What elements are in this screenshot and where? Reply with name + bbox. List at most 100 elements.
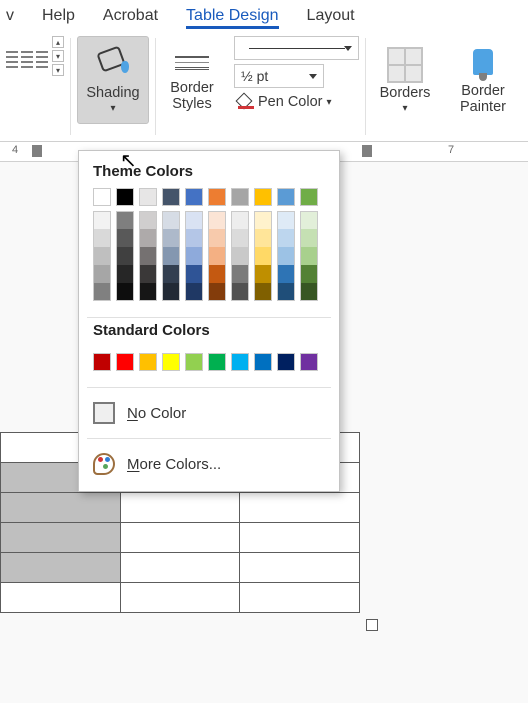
color-swatch[interactable] <box>185 247 203 265</box>
color-swatch[interactable] <box>208 211 226 229</box>
color-swatch[interactable] <box>162 188 180 206</box>
borders-button[interactable]: Borders ▾ <box>372 36 438 124</box>
table-resize-handle[interactable] <box>366 619 378 631</box>
no-color-label: No Color <box>127 405 186 422</box>
more-colors-label: More Colors... <box>127 456 221 473</box>
color-swatch[interactable] <box>208 188 226 206</box>
gallery-scroll[interactable]: ▴▾▾ <box>52 36 64 76</box>
shading-button[interactable]: Shading ▾ <box>77 36 149 124</box>
color-swatch[interactable] <box>231 283 249 301</box>
table-style-gallery-icon[interactable] <box>6 45 48 68</box>
color-swatch[interactable] <box>139 229 157 247</box>
color-swatch[interactable] <box>208 247 226 265</box>
color-swatch[interactable] <box>116 283 134 301</box>
ruler-column-marker[interactable] <box>362 145 372 157</box>
ruler-number: 4 <box>12 144 18 156</box>
color-swatch[interactable] <box>277 353 295 371</box>
color-swatch[interactable] <box>231 188 249 206</box>
color-swatch[interactable] <box>277 247 295 265</box>
color-swatch[interactable] <box>254 353 272 371</box>
color-swatch[interactable] <box>93 247 111 265</box>
color-swatch[interactable] <box>162 211 180 229</box>
color-swatch[interactable] <box>116 229 134 247</box>
border-props-group: ½ pt Pen Color ▾ <box>228 32 365 141</box>
color-swatch[interactable] <box>300 283 318 301</box>
tab-help[interactable]: Help <box>42 3 75 29</box>
color-swatch[interactable] <box>116 265 134 283</box>
color-swatch[interactable] <box>254 247 272 265</box>
tab-layout[interactable]: Layout <box>307 3 355 29</box>
color-swatch[interactable] <box>139 265 157 283</box>
border-line-style-select[interactable] <box>234 36 359 60</box>
color-swatch[interactable] <box>300 188 318 206</box>
color-swatch[interactable] <box>162 229 180 247</box>
color-swatch[interactable] <box>116 211 134 229</box>
color-swatch[interactable] <box>254 188 272 206</box>
color-swatch[interactable] <box>93 265 111 283</box>
color-swatch[interactable] <box>139 353 157 371</box>
color-swatch[interactable] <box>277 283 295 301</box>
color-swatch[interactable] <box>277 265 295 283</box>
tab-table-design[interactable]: Table Design <box>186 3 279 29</box>
color-swatch[interactable] <box>185 229 203 247</box>
ruler-column-marker[interactable] <box>32 145 42 157</box>
color-swatch[interactable] <box>208 353 226 371</box>
color-swatch[interactable] <box>162 353 180 371</box>
color-swatch[interactable] <box>231 211 249 229</box>
no-color-item[interactable]: No Color <box>79 392 339 434</box>
tab-acrobat[interactable]: Acrobat <box>103 3 158 29</box>
color-swatch[interactable] <box>162 283 180 301</box>
color-swatch[interactable] <box>254 211 272 229</box>
color-swatch[interactable] <box>116 188 134 206</box>
table-row <box>1 553 360 583</box>
color-swatch[interactable] <box>116 247 134 265</box>
more-colors-item[interactable]: More Colors... <box>79 443 339 485</box>
color-swatch[interactable] <box>93 283 111 301</box>
color-swatch[interactable] <box>208 283 226 301</box>
color-swatch[interactable] <box>185 211 203 229</box>
color-swatch[interactable] <box>139 247 157 265</box>
color-swatch[interactable] <box>277 211 295 229</box>
color-swatch[interactable] <box>185 188 203 206</box>
color-swatch[interactable] <box>162 247 180 265</box>
palette-icon <box>93 453 115 475</box>
color-swatch[interactable] <box>277 229 295 247</box>
color-swatch[interactable] <box>300 247 318 265</box>
color-swatch[interactable] <box>231 265 249 283</box>
chevron-down-icon: ▾ <box>110 103 115 114</box>
color-swatch[interactable] <box>231 229 249 247</box>
color-swatch[interactable] <box>185 353 203 371</box>
border-painter-button[interactable]: Border Painter <box>450 36 516 124</box>
border-styles-button[interactable]: Border Styles <box>162 36 222 124</box>
color-swatch[interactable] <box>300 211 318 229</box>
color-swatch[interactable] <box>139 211 157 229</box>
color-swatch[interactable] <box>254 283 272 301</box>
color-swatch[interactable] <box>139 188 157 206</box>
tab-partial[interactable]: v <box>6 3 14 29</box>
pen-color-button[interactable]: Pen Color ▾ <box>234 92 336 112</box>
standard-color-row <box>79 347 339 383</box>
color-swatch[interactable] <box>93 211 111 229</box>
color-swatch[interactable] <box>208 229 226 247</box>
line-weight-select[interactable]: ½ pt <box>234 64 324 88</box>
borders-label: Borders <box>380 85 431 101</box>
color-swatch[interactable] <box>300 229 318 247</box>
color-swatch[interactable] <box>162 265 180 283</box>
chevron-down-icon: ▾ <box>326 97 331 108</box>
color-swatch[interactable] <box>277 188 295 206</box>
color-swatch[interactable] <box>185 265 203 283</box>
border-styles-group: Border Styles <box>156 32 228 141</box>
color-swatch[interactable] <box>93 188 111 206</box>
color-swatch[interactable] <box>208 265 226 283</box>
color-swatch[interactable] <box>254 265 272 283</box>
color-swatch[interactable] <box>231 353 249 371</box>
color-swatch[interactable] <box>116 353 134 371</box>
color-swatch[interactable] <box>139 283 157 301</box>
color-swatch[interactable] <box>254 229 272 247</box>
color-swatch[interactable] <box>93 353 111 371</box>
color-swatch[interactable] <box>300 353 318 371</box>
color-swatch[interactable] <box>231 247 249 265</box>
color-swatch[interactable] <box>185 283 203 301</box>
color-swatch[interactable] <box>93 229 111 247</box>
color-swatch[interactable] <box>300 265 318 283</box>
